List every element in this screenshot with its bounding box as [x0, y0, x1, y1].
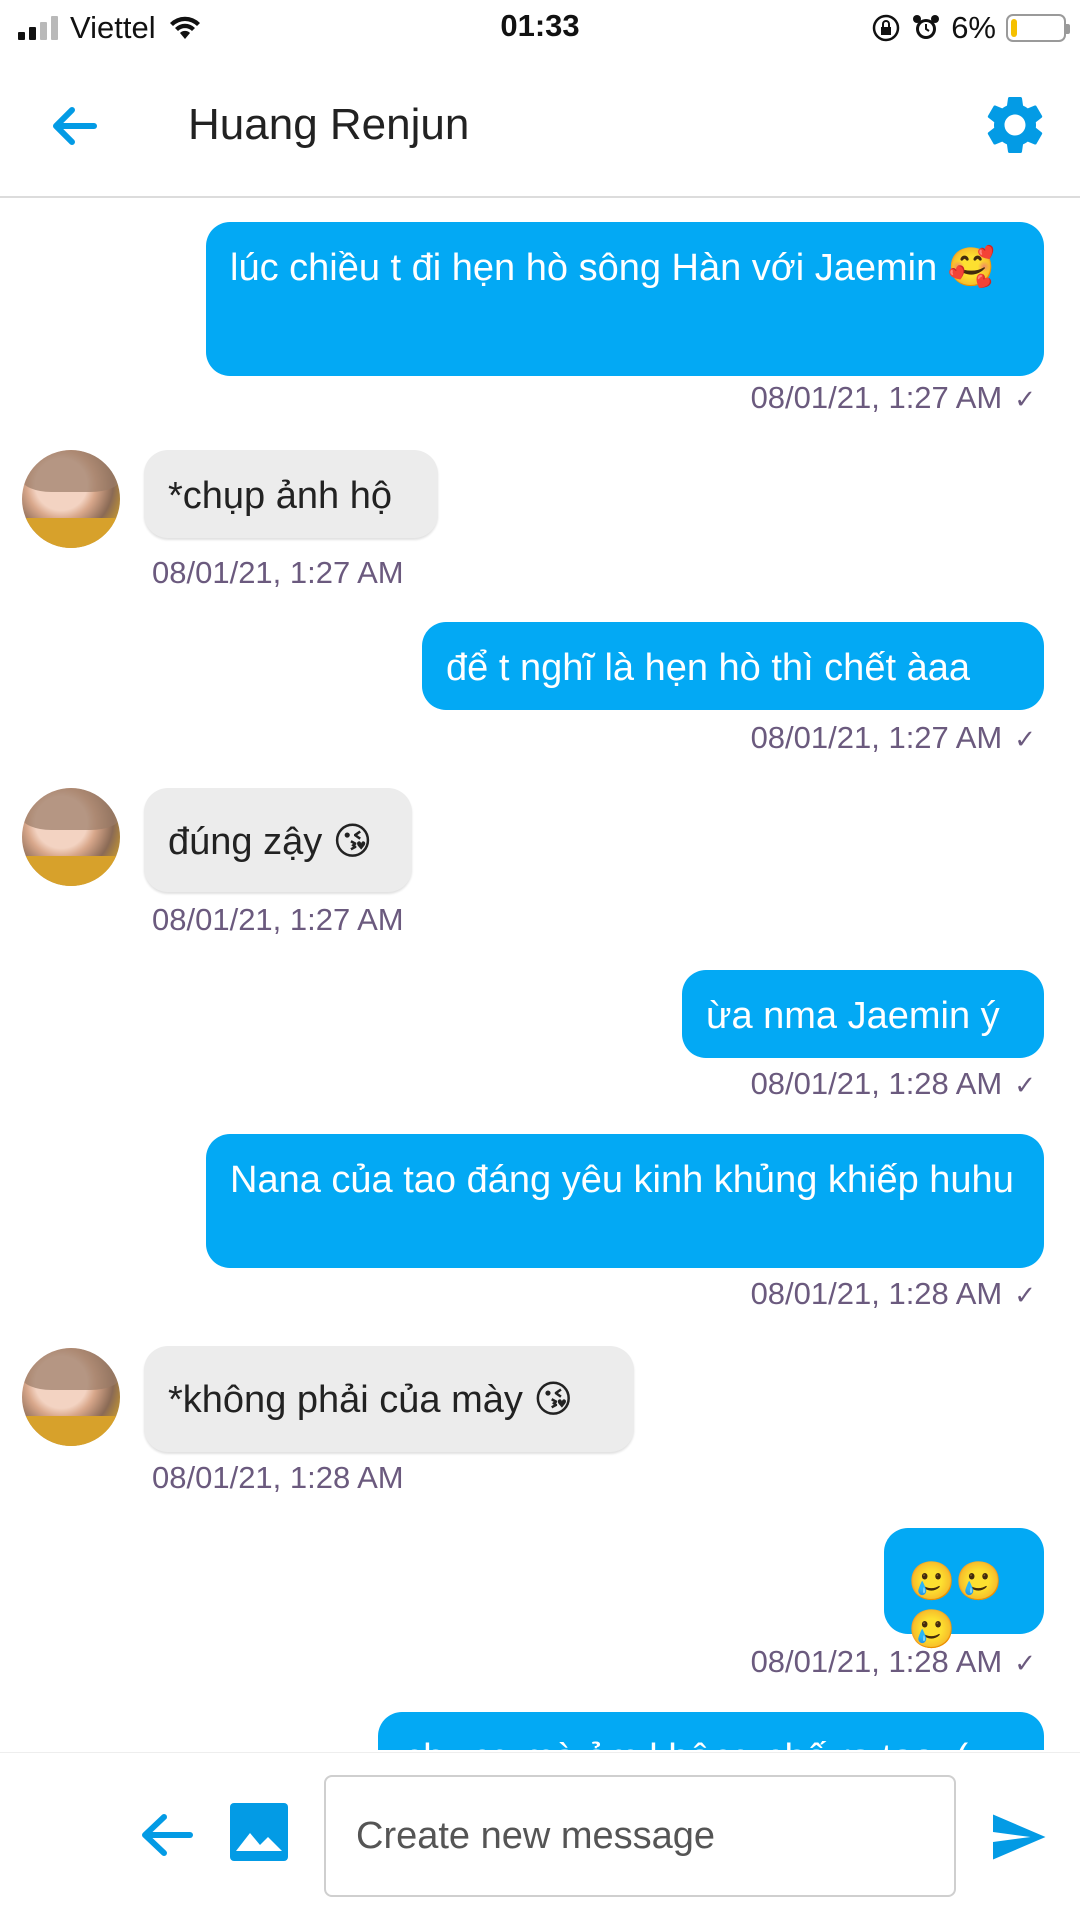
sent-check-icon: ✓	[1014, 724, 1036, 754]
incoming-message-bubble[interactable]: *chụp ảnh hộ	[144, 450, 438, 538]
battery-icon	[1006, 14, 1070, 42]
incoming-message-bubble[interactable]: đúng zậy 😘	[144, 788, 412, 892]
outgoing-message-bubble[interactable]: để t nghĩ là hẹn hò thì chết àaa	[422, 622, 1044, 710]
outgoing-message-bubble[interactable]: nhưng mà ảm không phế ra tao :(	[378, 1712, 1044, 1750]
back-button[interactable]	[44, 96, 104, 156]
timestamp-text: 08/01/21, 1:28 AM	[750, 1066, 1003, 1101]
battery-percent: 6%	[951, 10, 996, 45]
image-icon	[230, 1803, 288, 1861]
arrow-left-icon	[53, 107, 97, 145]
message-text: lúc chiều t đi hẹn hò sông Hàn với Jaemi…	[230, 247, 996, 289]
attach-image-button[interactable]	[228, 1801, 290, 1863]
chat-screen: Viettel 01:33 6% Huang Renjun lúc chiều …	[0, 0, 1080, 1920]
message-text: để t nghĩ là hẹn hò thì chết àaa	[446, 647, 970, 689]
gear-icon	[987, 97, 1043, 153]
message-input[interactable]	[324, 1775, 956, 1897]
message-timestamp: 08/01/21, 1:27 AM	[152, 902, 404, 938]
sent-check-icon: ✓	[1014, 384, 1036, 414]
rotation-lock-icon	[872, 14, 900, 42]
message-text: ừa nma Jaemin ý	[706, 995, 1000, 1037]
page-title: Huang Renjun	[188, 100, 470, 149]
message-timestamp: 08/01/21, 1:28 AM ✓	[751, 1644, 1036, 1680]
message-timestamp: 08/01/21, 1:27 AM ✓	[751, 720, 1036, 756]
timestamp-text: 08/01/21, 1:28 AM	[152, 1460, 404, 1495]
timestamp-text: 08/01/21, 1:27 AM	[750, 380, 1003, 415]
arrow-left-icon	[142, 1814, 193, 1856]
status-right: 6%	[871, 10, 1070, 46]
timestamp-text: 08/01/21, 1:27 AM	[152, 555, 404, 590]
message-timestamp: 08/01/21, 1:27 AM	[152, 555, 404, 591]
incoming-message-bubble[interactable]: *không phải của mày 😘	[144, 1346, 634, 1452]
message-composer	[0, 1752, 1080, 1920]
status-bar: Viettel 01:33 6%	[0, 0, 1080, 56]
message-timestamp: 08/01/21, 1:28 AM	[152, 1460, 404, 1496]
outgoing-message-bubble[interactable]: Nana của tao đáng yêu kinh khủng khiếp h…	[206, 1134, 1044, 1268]
timestamp-text: 08/01/21, 1:27 AM	[152, 902, 404, 937]
outgoing-message-bubble[interactable]: 🥲🥲🥲	[884, 1528, 1044, 1651]
sent-check-icon: ✓	[1014, 1280, 1036, 1310]
timestamp-text: 08/01/21, 1:28 AM	[750, 1276, 1003, 1311]
message-text: *không phải của mày 😘	[168, 1379, 574, 1421]
message-text: Nana của tao đáng yêu kinh khủng khiếp h…	[230, 1159, 1014, 1201]
message-text: đúng zậy 😘	[168, 821, 373, 863]
outgoing-message-bubble[interactable]: ừa nma Jaemin ý	[682, 970, 1044, 1058]
send-icon	[993, 1814, 1046, 1860]
chat-header: Huang Renjun	[0, 60, 1080, 198]
message-list[interactable]: lúc chiều t đi hẹn hò sông Hàn với Jaemi…	[0, 200, 1080, 1750]
message-timestamp: 08/01/21, 1:28 AM ✓	[751, 1066, 1036, 1102]
sent-check-icon: ✓	[1014, 1070, 1036, 1100]
avatar[interactable]	[22, 788, 120, 886]
composer-back-button[interactable]	[136, 1805, 196, 1865]
alarm-icon	[913, 15, 940, 39]
message-timestamp: 08/01/21, 1:28 AM ✓	[751, 1276, 1036, 1312]
message-text: nhưng mà ảm không phế ra tao :(	[402, 1737, 968, 1750]
sent-check-icon: ✓	[1014, 1648, 1036, 1678]
message-text: 🥲🥲🥲	[908, 1561, 1003, 1651]
outgoing-message-bubble[interactable]: lúc chiều t đi hẹn hò sông Hàn với Jaemi…	[206, 222, 1044, 376]
send-button[interactable]	[988, 1807, 1048, 1867]
avatar[interactable]	[22, 1348, 120, 1446]
battery-level	[1011, 19, 1017, 37]
timestamp-text: 08/01/21, 1:28 AM	[750, 1644, 1003, 1679]
message-timestamp: 08/01/21, 1:27 AM ✓	[751, 380, 1036, 416]
avatar[interactable]	[22, 450, 120, 548]
settings-button[interactable]	[980, 90, 1050, 160]
timestamp-text: 08/01/21, 1:27 AM	[750, 720, 1003, 755]
message-text: *chụp ảnh hộ	[168, 475, 392, 517]
